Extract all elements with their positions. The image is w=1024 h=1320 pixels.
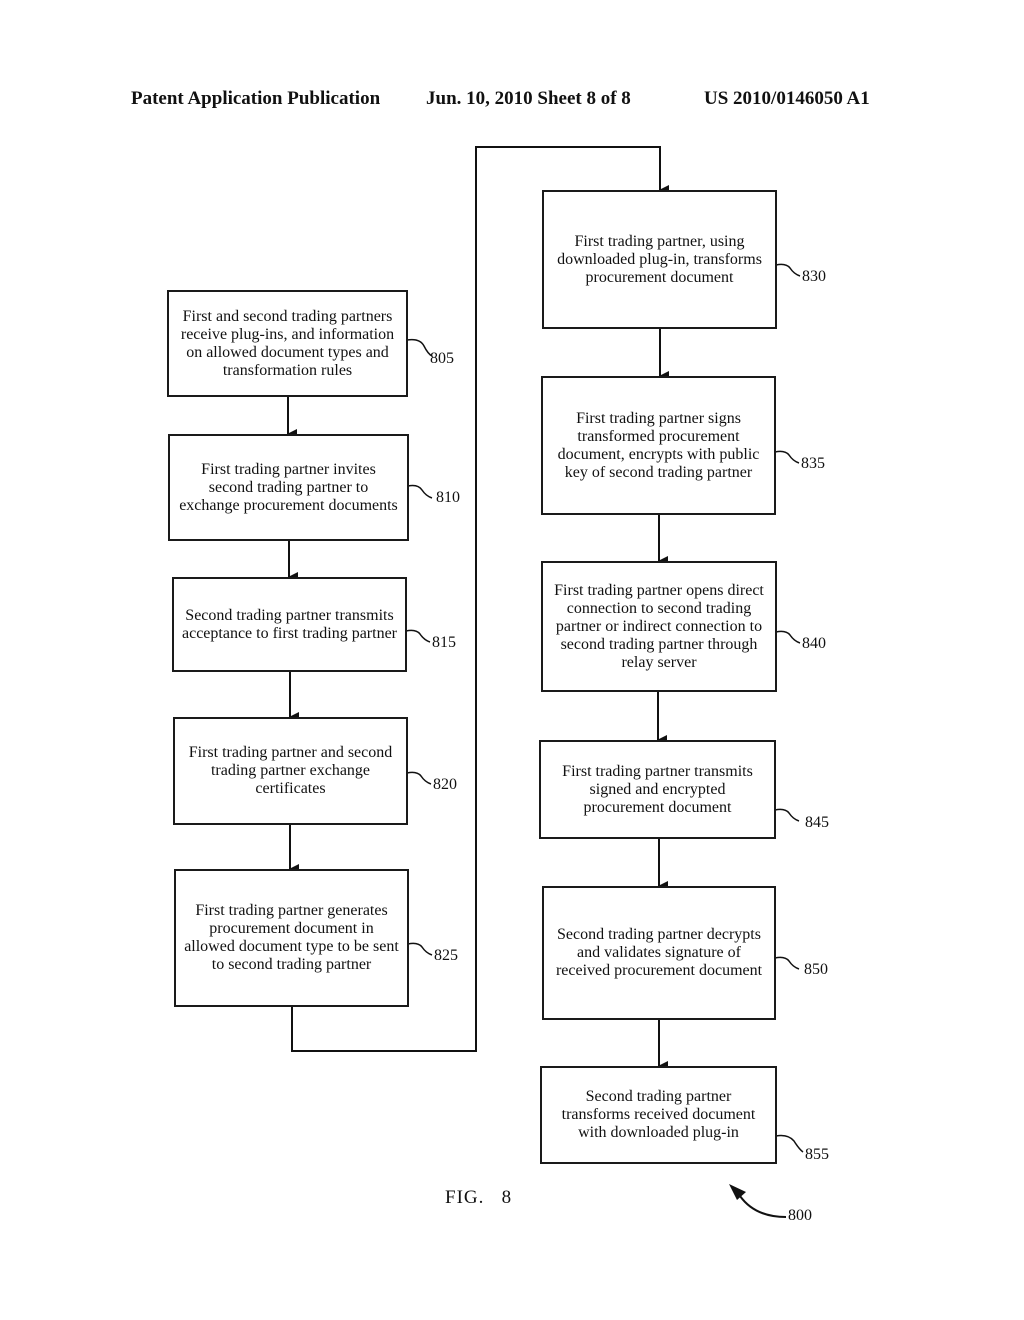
figure-ref-arrowhead <box>729 1184 746 1200</box>
leader-820 <box>406 771 432 785</box>
step-835-box: First trading partner signs transformed … <box>541 376 776 515</box>
ref-835: 835 <box>801 455 825 472</box>
leader-815 <box>405 629 431 643</box>
leader-805 <box>406 338 433 357</box>
figure-ref-arrow <box>739 1195 787 1218</box>
step-855-box: Second trading partner transforms receiv… <box>540 1066 777 1164</box>
leader-855 <box>775 1134 804 1153</box>
leader-840 <box>775 630 801 644</box>
ref-805: 805 <box>430 350 454 367</box>
step-840-box: First trading partner opens direct conne… <box>541 561 777 692</box>
figure-ref-number: 800 <box>788 1207 812 1224</box>
step-815-box: Second trading partner transmits accepta… <box>172 577 407 672</box>
flowchart-connectors <box>287 146 804 1218</box>
ref-820: 820 <box>433 776 457 793</box>
ref-845: 845 <box>805 814 829 831</box>
figure-label: FIG. 8 <box>445 1187 513 1208</box>
step-820-box: First trading partner and second trading… <box>173 717 408 825</box>
ref-810: 810 <box>436 489 460 506</box>
leader-850 <box>774 956 800 970</box>
leader-810 <box>407 484 433 499</box>
step-810-box: First trading partner invites second tra… <box>168 434 409 541</box>
leader-845 <box>774 808 800 822</box>
ref-850: 850 <box>804 961 828 978</box>
ref-815: 815 <box>432 634 456 651</box>
ref-830: 830 <box>802 268 826 285</box>
leader-830 <box>775 263 801 277</box>
step-825-box: First trading partner generates procurem… <box>174 869 409 1007</box>
step-830-box: First trading partner, using downloaded … <box>542 190 777 329</box>
ref-825: 825 <box>434 947 458 964</box>
step-805-box: First and second trading partners receiv… <box>167 290 408 397</box>
leader-835 <box>774 450 800 464</box>
leader-825 <box>407 942 433 956</box>
ref-855: 855 <box>805 1146 829 1163</box>
step-845-box: First trading partner transmits signed a… <box>539 740 776 839</box>
step-850-box: Second trading partner decrypts and vali… <box>542 886 776 1020</box>
ref-840: 840 <box>802 635 826 652</box>
